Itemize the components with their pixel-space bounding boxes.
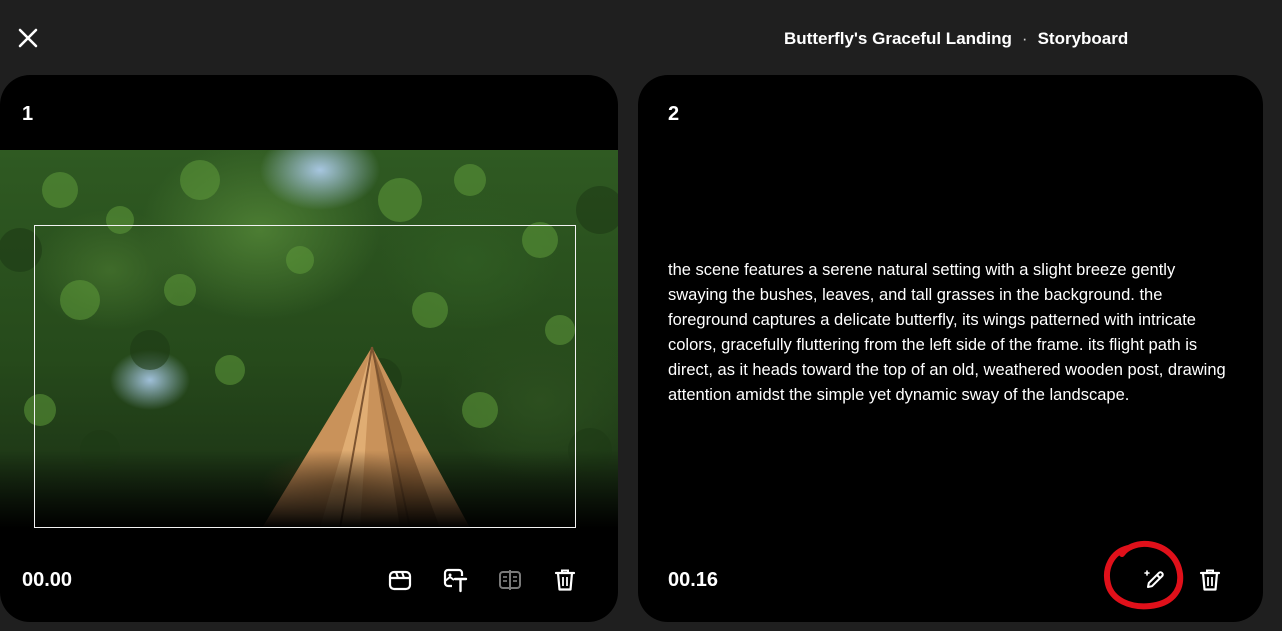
close-button[interactable] bbox=[14, 24, 42, 52]
magic-edit-button[interactable] bbox=[1140, 565, 1170, 595]
trash-icon bbox=[1199, 569, 1221, 591]
delete-button[interactable] bbox=[1195, 565, 1225, 595]
crop-frame[interactable] bbox=[34, 225, 576, 528]
scene-description[interactable]: the scene features a serene natural sett… bbox=[668, 258, 1228, 408]
project-title: Butterfly's Graceful Landing bbox=[784, 29, 1012, 48]
section-title: Storyboard bbox=[1037, 29, 1129, 48]
delete-button[interactable] bbox=[550, 565, 580, 595]
magic-edit-icon bbox=[1144, 570, 1164, 588]
clapperboard-button[interactable] bbox=[385, 565, 415, 595]
top-bar: Butterfly's Graceful Landing · Storyboar… bbox=[0, 0, 1282, 76]
title-separator: · bbox=[1021, 29, 1028, 48]
page-title: Butterfly's Graceful Landing · Storyboar… bbox=[784, 29, 1128, 49]
split-compare-icon bbox=[499, 570, 521, 590]
storyboard-card-2[interactable]: 2 the scene features a serene natural se… bbox=[638, 75, 1263, 622]
card-number: 2 bbox=[668, 103, 680, 125]
text-to-image-icon bbox=[443, 568, 468, 593]
storyboard-card-1[interactable]: 1 00.00 bbox=[0, 75, 618, 622]
text-to-image-button[interactable] bbox=[440, 565, 470, 595]
card-timecode: 00.16 bbox=[668, 569, 719, 591]
clapperboard-icon bbox=[388, 570, 412, 591]
close-icon bbox=[18, 28, 38, 48]
trash-icon bbox=[554, 569, 576, 591]
split-compare-button[interactable] bbox=[495, 565, 525, 595]
card-timecode: 00.00 bbox=[22, 569, 73, 591]
card-number: 1 bbox=[22, 103, 34, 125]
